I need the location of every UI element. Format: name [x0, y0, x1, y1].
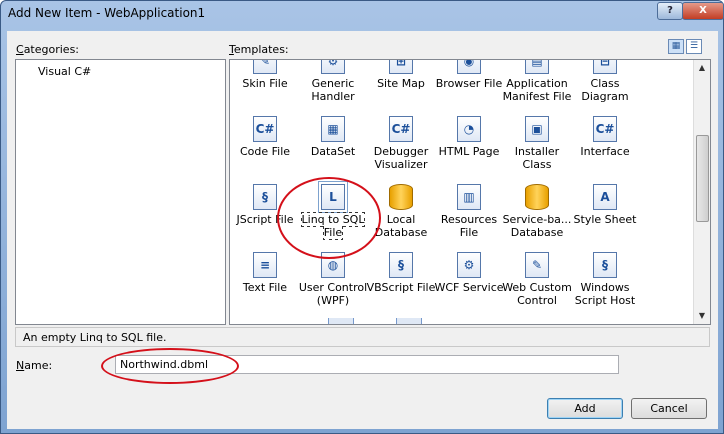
template-description: An empty Linq to SQL file. [23, 331, 167, 344]
template-item[interactable]: ≡ Text File [230, 252, 300, 294]
small-icons-view-button[interactable]: ☰ [686, 39, 702, 54]
text-file-icon: ≡ [253, 252, 277, 278]
templates-scrollbar[interactable]: ▲ ▼ [693, 60, 710, 324]
dataset-icon: ▦ [321, 116, 345, 142]
windows-script-host-icon: § [593, 252, 617, 278]
partial-template-icon [328, 318, 354, 324]
template-item-label: Installer Class [514, 145, 560, 171]
template-item[interactable]: ⚙ WCF Service [434, 252, 504, 294]
vbscript-file-icon: § [389, 252, 413, 278]
template-item-label: Text File [242, 281, 288, 294]
name-field[interactable] [115, 355, 619, 374]
template-item-label: Local Database [374, 213, 428, 239]
large-icons-view-button[interactable]: ▦ [668, 39, 684, 54]
templates-list[interactable]: ✎ Skin File ⚙ Generic Handler ⊞ Site Map ◉ Brow… [229, 59, 711, 325]
template-item-label: Windows Script Host [574, 281, 636, 307]
installer-class-icon: ▣ [525, 116, 549, 142]
category-item-visual-csharp[interactable]: Visual C# [36, 65, 93, 78]
template-item-label: Style Sheet [573, 213, 637, 226]
template-item-label: Linq to SQL File [300, 212, 366, 240]
template-item-label: Browser File [435, 77, 503, 90]
resources-file-icon: ▥ [457, 184, 481, 210]
template-item[interactable]: C# Interface [570, 116, 640, 158]
site-map-icon: ⊞ [389, 60, 413, 74]
templates-label: Templates: [229, 43, 289, 56]
template-item[interactable]: ✎ Web Custom Control [502, 252, 572, 307]
close-button[interactable]: X [682, 2, 724, 20]
style-sheet-icon: A [593, 184, 617, 210]
template-item-label: HTML Page [438, 145, 500, 158]
template-item-label: JScript File [236, 213, 294, 226]
template-item[interactable]: § Windows Script Host [570, 252, 640, 307]
template-item[interactable]: L Linq to SQL File [298, 181, 368, 240]
template-item[interactable]: C# Debugger Visualizer [366, 116, 436, 171]
template-item[interactable]: C# Code File [230, 116, 300, 158]
wcf-service-icon: ⚙ [457, 252, 481, 278]
template-item-label: WCF Service [434, 281, 504, 294]
service-database-icon [525, 184, 549, 210]
categories-tree[interactable]: Visual C# [15, 59, 226, 325]
class-diagram-icon: ⊟ [593, 60, 617, 74]
template-item-label: VBScript File [366, 281, 436, 294]
dialog-window: Add New Item - WebApplication1 ? X Categ… [0, 0, 724, 434]
jscript-file-icon: § [253, 184, 277, 210]
window-title: Add New Item - WebApplication1 [8, 6, 206, 20]
user-control-icon: ◍ [321, 252, 345, 278]
browser-file-icon: ◉ [457, 60, 481, 74]
scroll-thumb[interactable] [696, 135, 709, 222]
scroll-up-icon[interactable]: ▲ [694, 60, 710, 76]
template-item-label: Site Map [377, 77, 425, 90]
html-page-icon: ◔ [457, 116, 481, 142]
template-item-label: Debugger Visualizer [373, 145, 429, 171]
skin-file-icon: ✎ [253, 60, 277, 74]
template-item-label: Skin File [242, 77, 288, 90]
template-item[interactable]: A Style Sheet [570, 184, 640, 226]
template-item[interactable]: ⚙ Generic Handler [298, 60, 368, 103]
generic-handler-icon: ⚙ [321, 60, 345, 74]
template-item[interactable]: § JScript File [230, 184, 300, 226]
template-item[interactable]: ◔ HTML Page [434, 116, 504, 158]
template-item[interactable]: ◉ Browser File [434, 60, 504, 90]
template-item-label: Resources File [440, 213, 498, 239]
description-bar: An empty Linq to SQL file. [15, 327, 710, 347]
template-item-label: Class Diagram [581, 77, 629, 103]
partial-template-icon [396, 318, 422, 324]
template-item-label: Application Manifest File [502, 77, 572, 103]
template-item[interactable]: ⊞ Site Map [366, 60, 436, 90]
template-item[interactable]: ▥ Resources File [434, 184, 504, 239]
template-item-label: Web Custom Control [502, 281, 572, 307]
add-button[interactable]: Add [547, 398, 623, 419]
manifest-file-icon: ▤ [525, 60, 549, 74]
template-item[interactable]: ⊟ Class Diagram [570, 60, 640, 103]
interface-icon: C# [593, 116, 617, 142]
template-item[interactable]: ▤ Application Manifest File [502, 60, 572, 103]
local-database-icon [389, 184, 413, 210]
code-file-icon: C# [253, 116, 277, 142]
dialog-body: Categories: Visual C# Templates: ▦ ☰ ✎ Sk… [7, 31, 718, 429]
template-item-label: Service-ba... Database [502, 213, 572, 239]
categories-label: Categories: [16, 43, 80, 56]
template-item-label: DataSet [310, 145, 356, 158]
template-item[interactable]: Local Database [366, 184, 436, 239]
template-item[interactable]: ▦ DataSet [298, 116, 368, 158]
template-item[interactable]: ◍ User Control (WPF) [298, 252, 368, 307]
template-item-label: User Control (WPF) [298, 281, 368, 307]
debugger-visualizer-icon: C# [389, 116, 413, 142]
template-item[interactable]: ▣ Installer Class [502, 116, 572, 171]
template-item-label: Generic Handler [311, 77, 355, 103]
template-item[interactable]: § VBScript File [366, 252, 436, 294]
template-item-label: Code File [239, 145, 291, 158]
cancel-button[interactable]: Cancel [631, 398, 707, 419]
help-button[interactable]: ? [657, 2, 683, 20]
template-item[interactable]: ✎ Skin File [230, 60, 300, 90]
name-label: Name: [16, 359, 53, 372]
scroll-down-icon[interactable]: ▼ [694, 308, 710, 324]
title-bar[interactable]: Add New Item - WebApplication1 ? X [1, 1, 724, 27]
template-item-label: Interface [580, 145, 630, 158]
web-custom-control-icon: ✎ [525, 252, 549, 278]
linq-to-sql-icon: L [318, 181, 348, 213]
template-item[interactable]: Service-ba... Database [502, 184, 572, 239]
